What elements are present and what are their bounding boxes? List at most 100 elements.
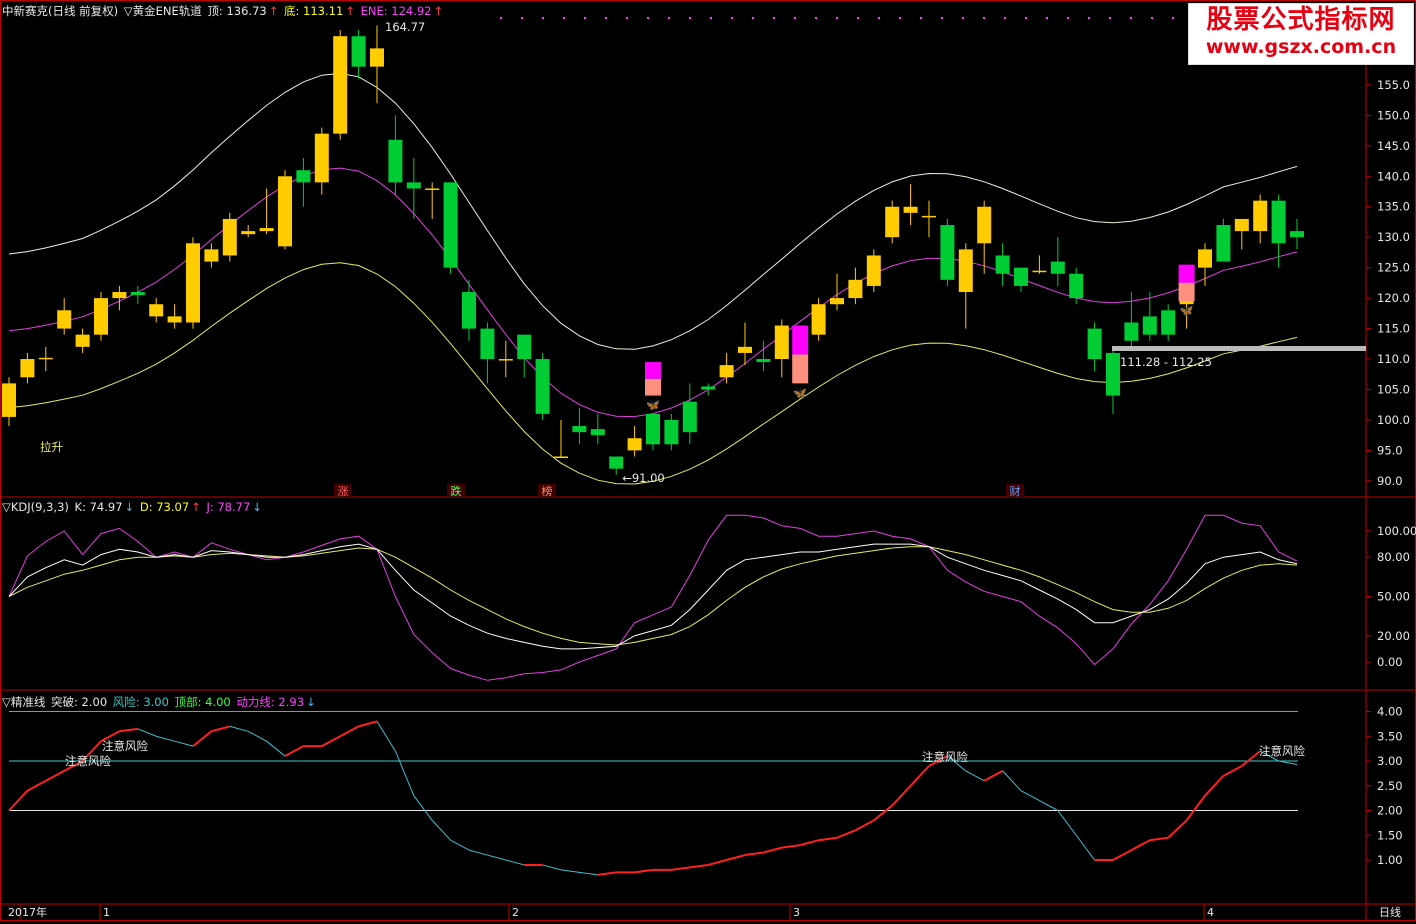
candle: [1234, 218, 1249, 250]
signal-dot: [1130, 17, 1132, 19]
signal-dot: [731, 17, 733, 19]
candle: [627, 426, 642, 457]
jzx-segment: [174, 740, 194, 747]
chart-canvas[interactable]: 155.0150.0145.0140.0135.0130.0125.0120.0…: [0, 0, 1416, 921]
ene-value: ENE: 124.92: [360, 4, 432, 18]
jzx-segment: [597, 871, 617, 876]
indicator-name[interactable]: ▽黄金ENE轨道: [124, 4, 202, 18]
jzx-name[interactable]: ▽精准线: [2, 695, 45, 709]
price-axis-label: 140.0: [1377, 169, 1410, 183]
jzx-segment: [266, 740, 286, 757]
price-axis-label: 120.0: [1377, 291, 1410, 305]
signal-dot: [710, 17, 712, 19]
candle-body: [1142, 316, 1157, 335]
candle-body: [922, 215, 936, 218]
candle: [94, 292, 108, 341]
candle-body: [314, 133, 329, 183]
signal-dot: [1109, 17, 1111, 19]
signal-dot: [647, 17, 649, 19]
candle-body: [259, 228, 274, 232]
candle-body: [646, 413, 660, 445]
candle-body: [977, 206, 992, 244]
candle: [112, 285, 127, 311]
candle: [241, 225, 256, 238]
candle-body: [756, 359, 771, 363]
candle-body: [75, 334, 90, 347]
jzx-header: ▽精准线 突破: 2.00 风险: 3.00 顶部: 4.00 动力线: 2.9…: [2, 694, 318, 710]
jzx-segment: [247, 730, 267, 742]
jzx-axis-label: 2.50: [1377, 779, 1403, 793]
ene-upper-band: [8, 72, 1298, 350]
candle: [609, 456, 624, 475]
kdj-name[interactable]: ▽KDJ(9,3,3): [2, 500, 69, 514]
jzx-breakout-value: 突破: 2.00: [51, 695, 108, 709]
candle: [940, 218, 955, 286]
candle: [866, 249, 881, 293]
candle-body: [388, 139, 403, 183]
signal-block-bottom: [792, 354, 809, 384]
candle-body: [554, 456, 568, 458]
chart-window[interactable]: 155.0 150.0 145.0 140.0 135.0 130.0 125.0 120.0…: [0, 0, 1416, 921]
candle-body: [701, 386, 716, 390]
jzx-segment: [450, 839, 470, 851]
kdj-header: ▽KDJ(9,3,3) K: 74.97 ↓ D: 73.07 ↑ J: 78.77…: [2, 500, 264, 514]
kdj-axis-label: 80.00: [1377, 550, 1410, 564]
candle: [498, 340, 513, 378]
jzx-segment: [818, 836, 838, 842]
jzx-segment: [873, 804, 893, 822]
jzx-segment: [965, 770, 985, 782]
candle: [922, 200, 936, 238]
candle: [1271, 194, 1286, 268]
jzx-axis-label: 1.50: [1377, 828, 1403, 842]
candle-body: [186, 243, 200, 323]
jzx-segment: [1149, 836, 1169, 842]
watermark-url: www.gszx.com.cn: [1205, 36, 1397, 58]
candle: [462, 279, 476, 341]
candle-body: [241, 231, 256, 235]
jzx-segment: [1039, 800, 1059, 811]
candle: [738, 322, 752, 366]
price-axis-label: 115.0: [1377, 322, 1410, 336]
main-header: 中新赛克(日线 前复权) ▽黄金ENE轨道 顶: 136.73 ↑ 底: 113.…: [2, 3, 445, 19]
kdj-axis-label: 50.00: [1377, 590, 1410, 604]
signal-dot: [752, 17, 754, 19]
signal-dot: [689, 17, 691, 19]
kdj-j-value: J: 78.77: [206, 500, 251, 514]
jzx-axis-label: 3.50: [1377, 729, 1403, 743]
price-axis-label: 135.0: [1377, 200, 1410, 214]
jzx-momentum-value: 动力线: 2.93: [236, 695, 305, 709]
price-axis-label: 110.0: [1377, 352, 1410, 366]
bottom-value: 底: 113.11: [284, 4, 344, 18]
jzx-segment: [321, 735, 341, 748]
signal-dot: [1046, 17, 1048, 19]
signal-dot: [584, 17, 586, 19]
candle-body: [94, 298, 108, 335]
bottom-arrow-icon: ↑: [345, 4, 355, 18]
top-arrow-icon: ↑: [268, 4, 279, 18]
candle-body: [1271, 200, 1286, 244]
price-axis-label: 145.0: [1377, 139, 1410, 153]
momentum-arrow-icon: ↓: [306, 695, 316, 709]
candle: [701, 383, 716, 396]
jzx-segment: [1204, 775, 1225, 797]
candle-body: [811, 304, 826, 335]
jzx-segment: [983, 770, 1004, 782]
candle: [646, 413, 660, 451]
price-axis-label: 105.0: [1377, 382, 1410, 396]
candle: [848, 267, 863, 305]
price-axis-label: 100.0: [1377, 413, 1410, 427]
jzx-segment: [909, 765, 930, 787]
kdj-d-value: D: 73.07: [139, 500, 190, 514]
risk-note-label: 注意风险: [102, 739, 148, 753]
signal-dot: [668, 17, 670, 19]
jzx-segment: [1112, 849, 1132, 861]
candle-body: [958, 249, 973, 293]
candle: [314, 127, 329, 195]
d-arrow-icon: ↑: [191, 500, 201, 514]
candle-body: [517, 334, 532, 360]
candle: [590, 413, 605, 445]
jzx-segment: [119, 727, 138, 733]
jzx-axis-label: 2.00: [1377, 804, 1403, 818]
signal-dot: [794, 17, 796, 19]
signal-dot: [1088, 17, 1090, 19]
